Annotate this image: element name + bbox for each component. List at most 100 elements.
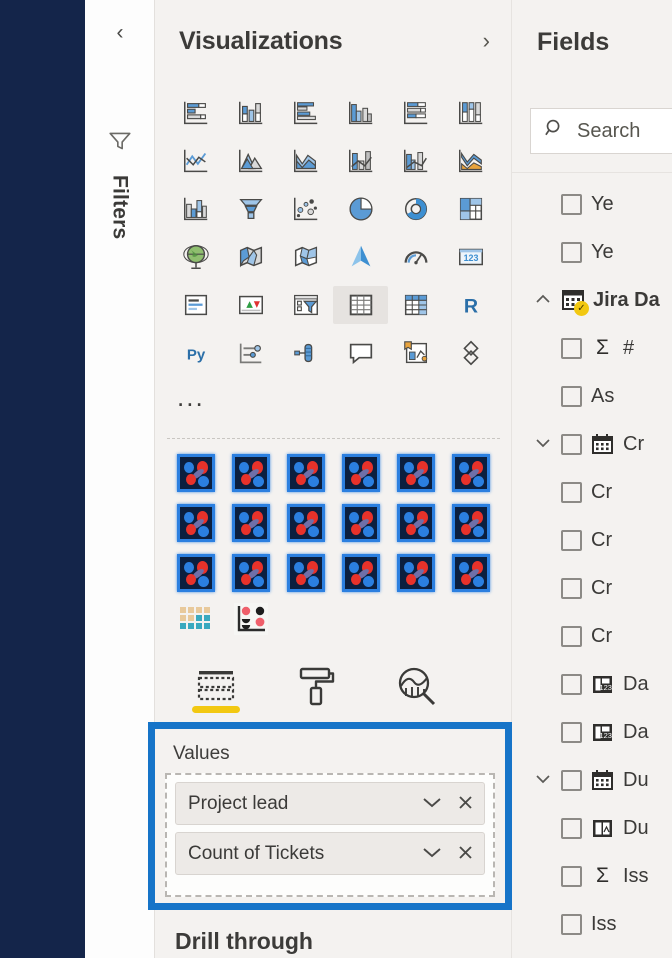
qna-speech-bubble-icon[interactable] (333, 334, 388, 372)
gauge-chart-icon[interactable] (388, 238, 443, 276)
line-chart-icon[interactable] (169, 142, 224, 180)
kpi-icon[interactable] (224, 286, 279, 324)
paginated-report-icon[interactable] (443, 334, 498, 372)
field-checkbox[interactable] (561, 529, 582, 551)
close-icon[interactable] (457, 844, 474, 865)
line-stacked-column-icon[interactable] (333, 142, 388, 180)
field-checkbox[interactable] (561, 625, 582, 647)
custom-visual-tile[interactable] (169, 552, 224, 594)
field-checkbox[interactable] (561, 577, 582, 599)
field-checkbox[interactable] (561, 769, 582, 791)
custom-visual-tile[interactable] (388, 452, 443, 494)
pct-stacked-bar-chart-icon[interactable] (388, 94, 443, 132)
chevron-down-icon[interactable] (421, 846, 443, 863)
chevron-down-icon[interactable] (534, 771, 552, 789)
stacked-column-chart-icon[interactable] (224, 94, 279, 132)
filled-map-icon[interactable] (224, 238, 279, 276)
multi-row-card-icon[interactable] (169, 286, 224, 324)
custom-visual-tile[interactable] (333, 502, 388, 544)
pie-chart-icon[interactable] (333, 190, 388, 228)
field-checkbox[interactable] (561, 865, 582, 887)
slicer-funnel-icon[interactable] (279, 286, 334, 324)
list-item[interactable]: Iss (512, 900, 672, 948)
scatter-dots-icon[interactable] (224, 598, 279, 640)
list-item[interactable]: Σ Iss (512, 852, 672, 900)
chevron-right-icon[interactable]: › (483, 28, 490, 54)
list-item[interactable]: Du (512, 756, 672, 804)
donut-chart-icon[interactable] (388, 190, 443, 228)
list-item[interactable]: Ye (512, 228, 672, 276)
chevron-down-icon[interactable] (534, 435, 552, 453)
list-item[interactable]: Cr (512, 468, 672, 516)
clustered-bar-chart-icon[interactable] (279, 94, 334, 132)
field-chip-project-lead[interactable]: Project lead (175, 782, 485, 825)
ribbon-chart-icon[interactable] (443, 142, 498, 180)
shape-map-icon[interactable] (279, 238, 334, 276)
custom-visual-tile[interactable] (224, 452, 279, 494)
smart-narrative-icon[interactable] (388, 334, 443, 372)
field-checkbox[interactable] (561, 817, 582, 839)
key-influencers-icon[interactable] (224, 334, 279, 372)
field-checkbox[interactable] (561, 193, 582, 215)
list-item[interactable]: 123 Da (512, 660, 672, 708)
line-clustered-column-icon[interactable] (388, 142, 443, 180)
custom-visual-tile[interactable] (224, 502, 279, 544)
list-item[interactable]: 123 Da (512, 708, 672, 756)
list-item[interactable]: Cr (512, 564, 672, 612)
card-123-icon[interactable]: 123 (443, 238, 498, 276)
azure-map-arrow-icon[interactable] (333, 238, 388, 276)
list-item[interactable]: Ye (512, 180, 672, 228)
tab-format[interactable] (289, 661, 343, 711)
table-icon[interactable] (333, 286, 389, 324)
list-item[interactable]: Du (512, 804, 672, 852)
field-checkbox[interactable] (561, 433, 582, 455)
pct-stacked-column-chart-icon[interactable] (443, 94, 498, 132)
waterfall-chart-icon[interactable] (169, 190, 224, 228)
custom-visual-tile[interactable] (279, 502, 334, 544)
dot-matrix-icon[interactable] (169, 598, 224, 640)
list-item[interactable]: Cr (512, 516, 672, 564)
custom-visual-tile[interactable] (443, 552, 498, 594)
field-checkbox[interactable] (561, 385, 582, 407)
custom-visual-tile[interactable] (333, 552, 388, 594)
search-input[interactable]: Search (530, 108, 672, 154)
field-checkbox[interactable] (561, 337, 582, 359)
area-chart-icon[interactable] (224, 142, 279, 180)
chevron-down-icon[interactable] (421, 796, 443, 813)
globe-map-icon[interactable] (169, 238, 224, 276)
list-item[interactable]: Cr (512, 420, 672, 468)
funnel-chart-icon[interactable] (224, 190, 279, 228)
values-drop-zone[interactable]: Project lead Count of Tickets (165, 773, 495, 897)
list-item-table[interactable]: ✓ Jira Da (512, 276, 672, 324)
list-item[interactable]: As (512, 372, 672, 420)
list-item[interactable]: Cr (512, 612, 672, 660)
matrix-icon[interactable] (388, 286, 443, 324)
custom-visual-tile[interactable] (388, 552, 443, 594)
clustered-column-chart-icon[interactable] (333, 94, 388, 132)
more-visuals-button[interactable]: ... (177, 384, 205, 409)
chevron-left-icon[interactable]: ‹ (85, 22, 155, 43)
chevron-up-icon[interactable] (534, 291, 552, 309)
custom-visual-tile[interactable] (443, 502, 498, 544)
custom-visual-tile[interactable] (279, 552, 334, 594)
field-checkbox[interactable] (561, 913, 582, 935)
decomposition-tree-icon[interactable] (279, 334, 334, 372)
custom-visual-tile[interactable] (279, 452, 334, 494)
python-script-icon[interactable]: Py (169, 334, 224, 372)
tab-analytics[interactable] (389, 661, 443, 711)
tab-fields[interactable] (189, 661, 243, 713)
r-script-icon[interactable]: R (443, 286, 498, 324)
custom-visual-tile[interactable] (443, 452, 498, 494)
treemap-icon[interactable] (443, 190, 498, 228)
custom-visual-tile[interactable] (169, 502, 224, 544)
stacked-bar-chart-icon[interactable] (169, 94, 224, 132)
custom-visual-tile[interactable] (333, 452, 388, 494)
custom-visual-tile[interactable] (224, 552, 279, 594)
custom-visual-tile[interactable] (169, 452, 224, 494)
field-checkbox[interactable] (561, 721, 582, 743)
list-item[interactable]: Σ # (512, 324, 672, 372)
custom-visual-tile[interactable] (388, 502, 443, 544)
field-checkbox[interactable] (561, 481, 582, 503)
close-icon[interactable] (457, 794, 474, 815)
field-checkbox[interactable] (561, 673, 582, 695)
